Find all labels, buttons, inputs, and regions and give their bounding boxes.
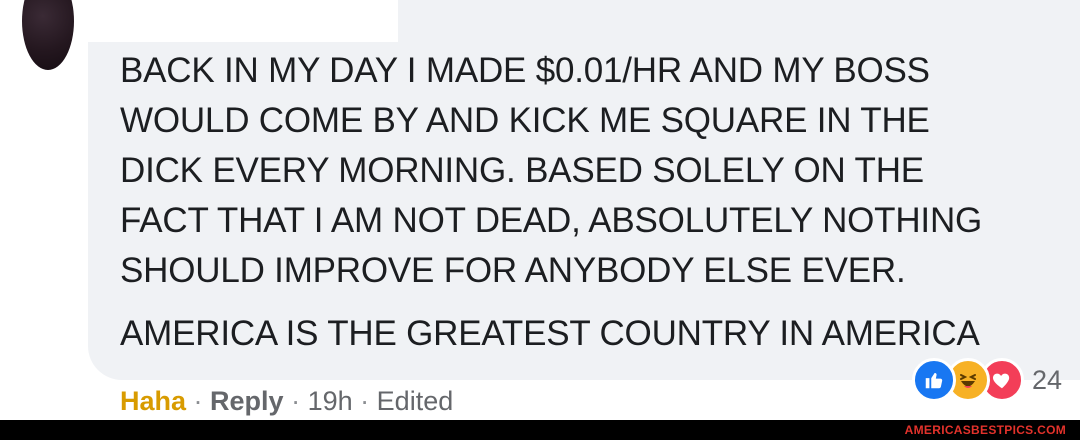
separator: ·: [193, 386, 211, 416]
edited-label[interactable]: Edited: [377, 386, 454, 416]
separator: ·: [360, 386, 377, 416]
separator: ·: [291, 386, 308, 416]
like-icon: [912, 358, 956, 402]
comment-line: AMERICA IS THE GREATEST COUNTRY IN AMERI…: [120, 314, 980, 353]
watermark: AMERICASBESTPICS.COM: [904, 423, 1066, 437]
reaction-count[interactable]: 24: [1032, 365, 1062, 396]
reply-button[interactable]: Reply: [210, 386, 284, 416]
comment-line: SHOULD IMPROVE FOR ANYBODY ELSE EVER.: [120, 251, 906, 290]
footer-bar: AMERICASBESTPICS.COM: [0, 420, 1080, 440]
comment-line: BACK IN MY DAY I MADE $0.01/HR AND MY BO…: [120, 51, 930, 90]
comment-actions: Haha · Reply · 19h · Edited: [120, 384, 453, 418]
reactions-summary[interactable]: 24: [912, 358, 1062, 402]
avatar[interactable]: [22, 0, 74, 70]
timestamp[interactable]: 19h: [308, 386, 353, 416]
comment-text: BACK IN MY DAY I MADE $0.01/HR AND MY BO…: [120, 46, 1070, 359]
comment-line: FACT THAT I AM NOT DEAD, ABSOLUTELY NOTH…: [120, 201, 983, 240]
redacted-name-area: [88, 0, 398, 42]
comment-line: DICK EVERY MORNING. BASED SOLELY ON THE: [120, 151, 924, 190]
comment-line: WOULD COME BY AND KICK ME SQUARE IN THE: [120, 101, 930, 140]
haha-reaction-button[interactable]: Haha: [120, 386, 186, 416]
